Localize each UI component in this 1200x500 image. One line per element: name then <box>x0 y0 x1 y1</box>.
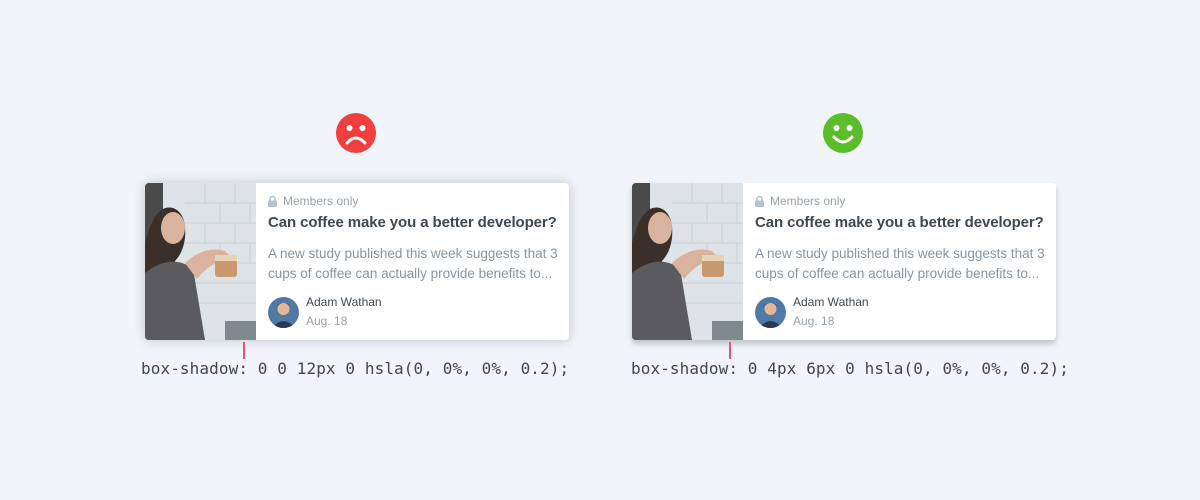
members-badge: Members only <box>268 194 558 208</box>
avatar <box>755 297 786 328</box>
author-name[interactable]: Adam Wathan <box>793 295 869 309</box>
author-name[interactable]: Adam Wathan <box>306 295 382 309</box>
card-content: Members only Can coffee make you a bette… <box>256 183 569 340</box>
card-content: Members only Can coffee make you a bette… <box>743 183 1056 340</box>
avatar <box>268 297 299 328</box>
article-title[interactable]: Can coffee make you a better developer? <box>755 214 1045 231</box>
members-label: Members only <box>283 194 359 208</box>
article-card[interactable]: Members only Can coffee make you a bette… <box>145 183 569 340</box>
shadow-marker <box>243 342 245 359</box>
author: Adam Wathan Aug. 18 <box>268 295 382 328</box>
members-badge: Members only <box>755 194 1045 208</box>
members-label: Members only <box>770 194 846 208</box>
sad-face-icon <box>336 113 376 153</box>
article-excerpt: A new study published this week suggests… <box>268 246 558 281</box>
author: Adam Wathan Aug. 18 <box>755 295 869 328</box>
article-title[interactable]: Can coffee make you a better developer? <box>268 214 558 231</box>
bad-example: Members only Can coffee make you a bette… <box>0 0 600 500</box>
lock-icon <box>268 195 277 207</box>
article-card[interactable]: Members only Can coffee make you a bette… <box>632 183 1056 340</box>
good-example: Members only Can coffee make you a bette… <box>600 0 1200 500</box>
post-date: Aug. 18 <box>306 314 348 328</box>
lock-icon <box>755 195 764 207</box>
article-excerpt: A new study published this week suggests… <box>755 246 1045 281</box>
happy-face-icon <box>823 113 863 153</box>
article-photo <box>632 183 743 340</box>
post-date: Aug. 18 <box>793 314 835 328</box>
shadow-marker <box>729 342 731 359</box>
css-code: box-shadow: 0 0 12px 0 hsla(0, 0%, 0%, 0… <box>141 359 570 378</box>
article-photo <box>145 183 256 340</box>
css-code: box-shadow: 0 4px 6px 0 hsla(0, 0%, 0%, … <box>631 359 1069 378</box>
